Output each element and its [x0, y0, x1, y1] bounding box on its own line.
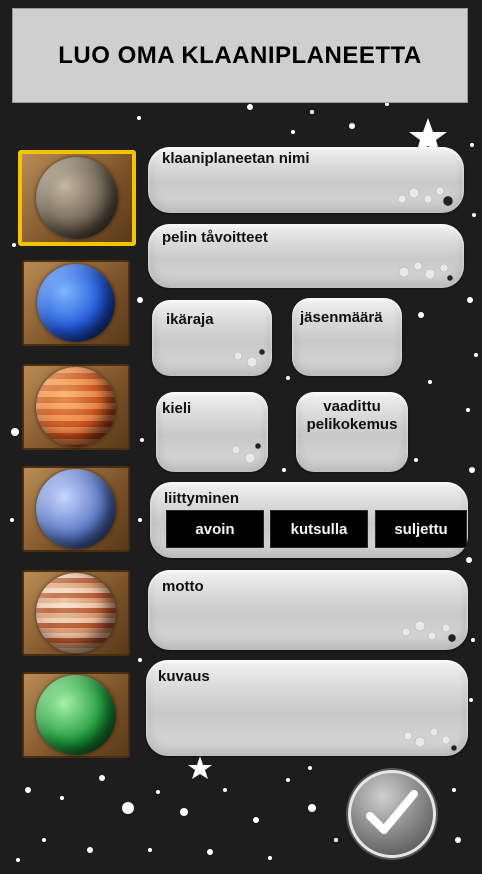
member-count-field[interactable]: jäsenmäärä	[292, 298, 402, 376]
experience-label: vaadittu pelikokemus	[296, 398, 408, 434]
description-field[interactable]: kuvaus	[146, 660, 468, 756]
planet-option-green[interactable]	[22, 672, 130, 758]
planet-option-striped[interactable]	[22, 570, 130, 656]
description-label: kuvaus	[158, 668, 210, 685]
age-limit-field[interactable]: ikäraja	[152, 300, 272, 376]
page-title: LUO OMA KLAANIPLANEETTA	[58, 41, 422, 69]
experience-label-line1: vaadittu	[323, 398, 381, 415]
motto-label: motto	[162, 578, 204, 595]
moon-blue-planet-icon	[36, 469, 116, 549]
experience-label-line2: pelikokemus	[306, 416, 398, 433]
planet-option-blue[interactable]	[22, 260, 130, 346]
green-planet-icon	[36, 675, 116, 755]
orange-planet-icon	[36, 367, 116, 447]
bubbles-icon	[233, 348, 266, 368]
join-invite-button[interactable]: kutsulla	[270, 510, 368, 548]
striped-planet-icon	[36, 573, 116, 653]
join-closed-button[interactable]: suljettu	[375, 510, 467, 548]
clan-name-label: klaaniplaneetan nimi	[162, 150, 310, 167]
join-open-button[interactable]: avoin	[166, 510, 264, 548]
experience-field[interactable]: vaadittu pelikokemus	[296, 392, 408, 472]
title-bar: LUO OMA KLAANIPLANEETTA	[12, 8, 468, 103]
language-field[interactable]: kieli	[156, 392, 268, 472]
planet-option-moon-blue[interactable]	[22, 466, 130, 552]
bubbles-icon	[398, 261, 454, 282]
clan-name-field[interactable]: klaaniplaneetan nimi	[148, 147, 464, 213]
language-label: kieli	[162, 400, 192, 417]
bubbles-icon	[401, 620, 457, 643]
planet-option-rocky[interactable]	[18, 150, 136, 246]
goals-label: pelin tåvoitteet	[162, 229, 268, 246]
bubbles-icon	[231, 442, 262, 464]
checkmark-icon	[366, 790, 418, 834]
rocky-planet-icon	[36, 157, 118, 239]
goals-field[interactable]: pelin tåvoitteet	[148, 224, 464, 288]
joining-label: liittyminen	[164, 490, 240, 507]
age-limit-label: ikäraja	[166, 311, 214, 328]
bubbles-icon	[397, 186, 454, 207]
member-count-label: jäsenmäärä	[300, 309, 383, 326]
planet-option-orange[interactable]	[22, 364, 130, 450]
app-screen: LUO OMA KLAANIPLANEETTA klaaniplaneetan …	[0, 0, 482, 874]
bubbles-icon	[403, 727, 458, 752]
blue-planet-icon	[37, 264, 115, 342]
confirm-button[interactable]	[348, 770, 436, 858]
motto-field[interactable]: motto	[148, 570, 468, 650]
